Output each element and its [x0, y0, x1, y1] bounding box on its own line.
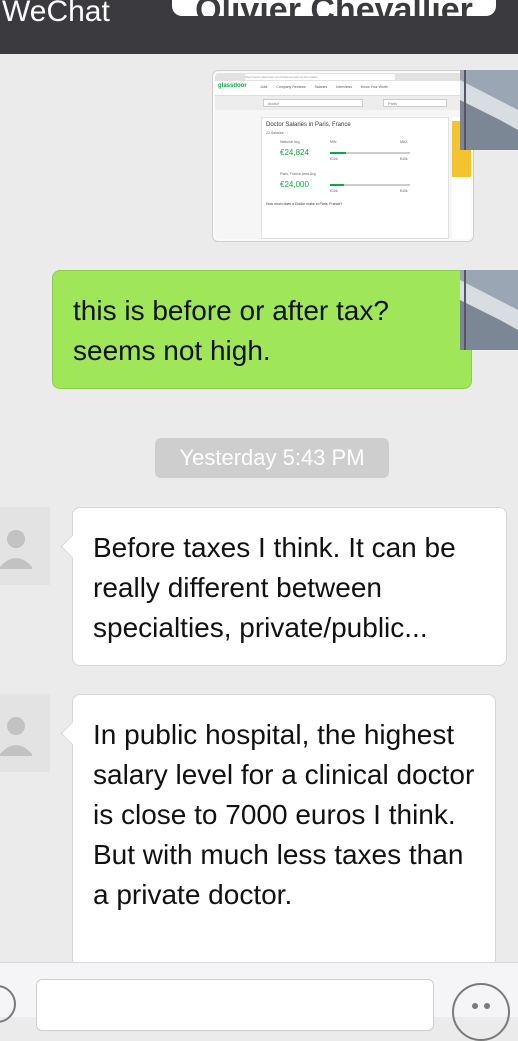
top-nav-bar: WeChat Olivier Chevallier	[0, 0, 518, 54]
min-national: €10k	[330, 157, 338, 161]
avatar[interactable]	[460, 70, 518, 150]
search-location: Paris	[383, 99, 447, 107]
site-tab: Interviews	[336, 85, 352, 89]
received-message[interactable]: Before taxes I think. It can be really d…	[60, 507, 507, 666]
emoji-eye	[484, 1003, 490, 1009]
sent-message[interactable]: this is before or after tax? seems not h…	[52, 270, 484, 389]
avatar-photo-icon	[460, 270, 518, 350]
area-range-fill	[330, 184, 344, 186]
salary-card: Doctor Salaries in Paris, France 23 Sala…	[261, 117, 449, 239]
salary-question: How much does a Doctor make in Paris, Fr…	[266, 202, 343, 206]
area-value: €24,000	[280, 180, 309, 189]
avatar[interactable]	[460, 270, 518, 350]
salaries-count: 23 Salaries	[266, 131, 284, 135]
image-message[interactable]: https://www.glassdoor.com/Salaries/paris…	[212, 70, 486, 242]
avatar[interactable]	[0, 507, 50, 585]
message-text: Before taxes I think. It can be really d…	[93, 532, 456, 643]
glassdoor-screenshot: https://www.glassdoor.com/Salaries/paris…	[215, 73, 471, 239]
message-text: In public hospital, the highest salary l…	[93, 719, 475, 910]
max-national: €40k	[400, 157, 408, 161]
input-bar	[0, 962, 518, 1041]
site-tab: Company Reviews	[276, 85, 306, 89]
min-label: MIN	[330, 140, 337, 144]
max-label: MAX	[400, 140, 408, 144]
default-avatar-icon	[0, 694, 50, 772]
max-area: €40k	[400, 189, 408, 193]
voice-input-icon[interactable]	[0, 985, 16, 1023]
bubble-tail	[60, 534, 85, 559]
emoji-eye	[472, 1003, 478, 1009]
chat-title: Olivier Chevallier	[195, 0, 473, 29]
site-tabs: Jobs Company Reviews Salaries Interviews…	[260, 85, 396, 89]
site-tab: Jobs	[260, 85, 268, 89]
national-value: €24,824	[280, 148, 309, 157]
message-text: this is before or after tax? seems not h…	[73, 295, 389, 366]
area-label: Paris, France Area Avg	[280, 172, 316, 176]
site-tab: Know Your Worth	[360, 85, 388, 89]
national-label: National Avg	[280, 140, 300, 144]
glassdoor-logo: glassdoor	[218, 83, 247, 89]
timestamp: Yesterday 5:43 PM	[155, 438, 389, 478]
bubble-tail	[60, 721, 85, 746]
avatar-photo-icon	[460, 70, 518, 150]
browser-url: https://www.glassdoor.com/Salaries/paris…	[245, 74, 395, 80]
back-button[interactable]: WeChat	[2, 0, 110, 32]
message-input[interactable]	[36, 979, 434, 1031]
emoji-icon[interactable]	[452, 983, 510, 1041]
site-tab: Salaries	[314, 85, 328, 89]
min-area: €10k	[330, 189, 338, 193]
salary-card-title: Doctor Salaries in Paris, France	[266, 122, 351, 128]
national-range-fill	[330, 152, 346, 154]
default-avatar-icon	[0, 507, 50, 585]
received-message[interactable]: In public hospital, the highest salary l…	[60, 694, 496, 984]
search-query: doctor	[263, 99, 363, 107]
avatar[interactable]	[0, 694, 50, 772]
